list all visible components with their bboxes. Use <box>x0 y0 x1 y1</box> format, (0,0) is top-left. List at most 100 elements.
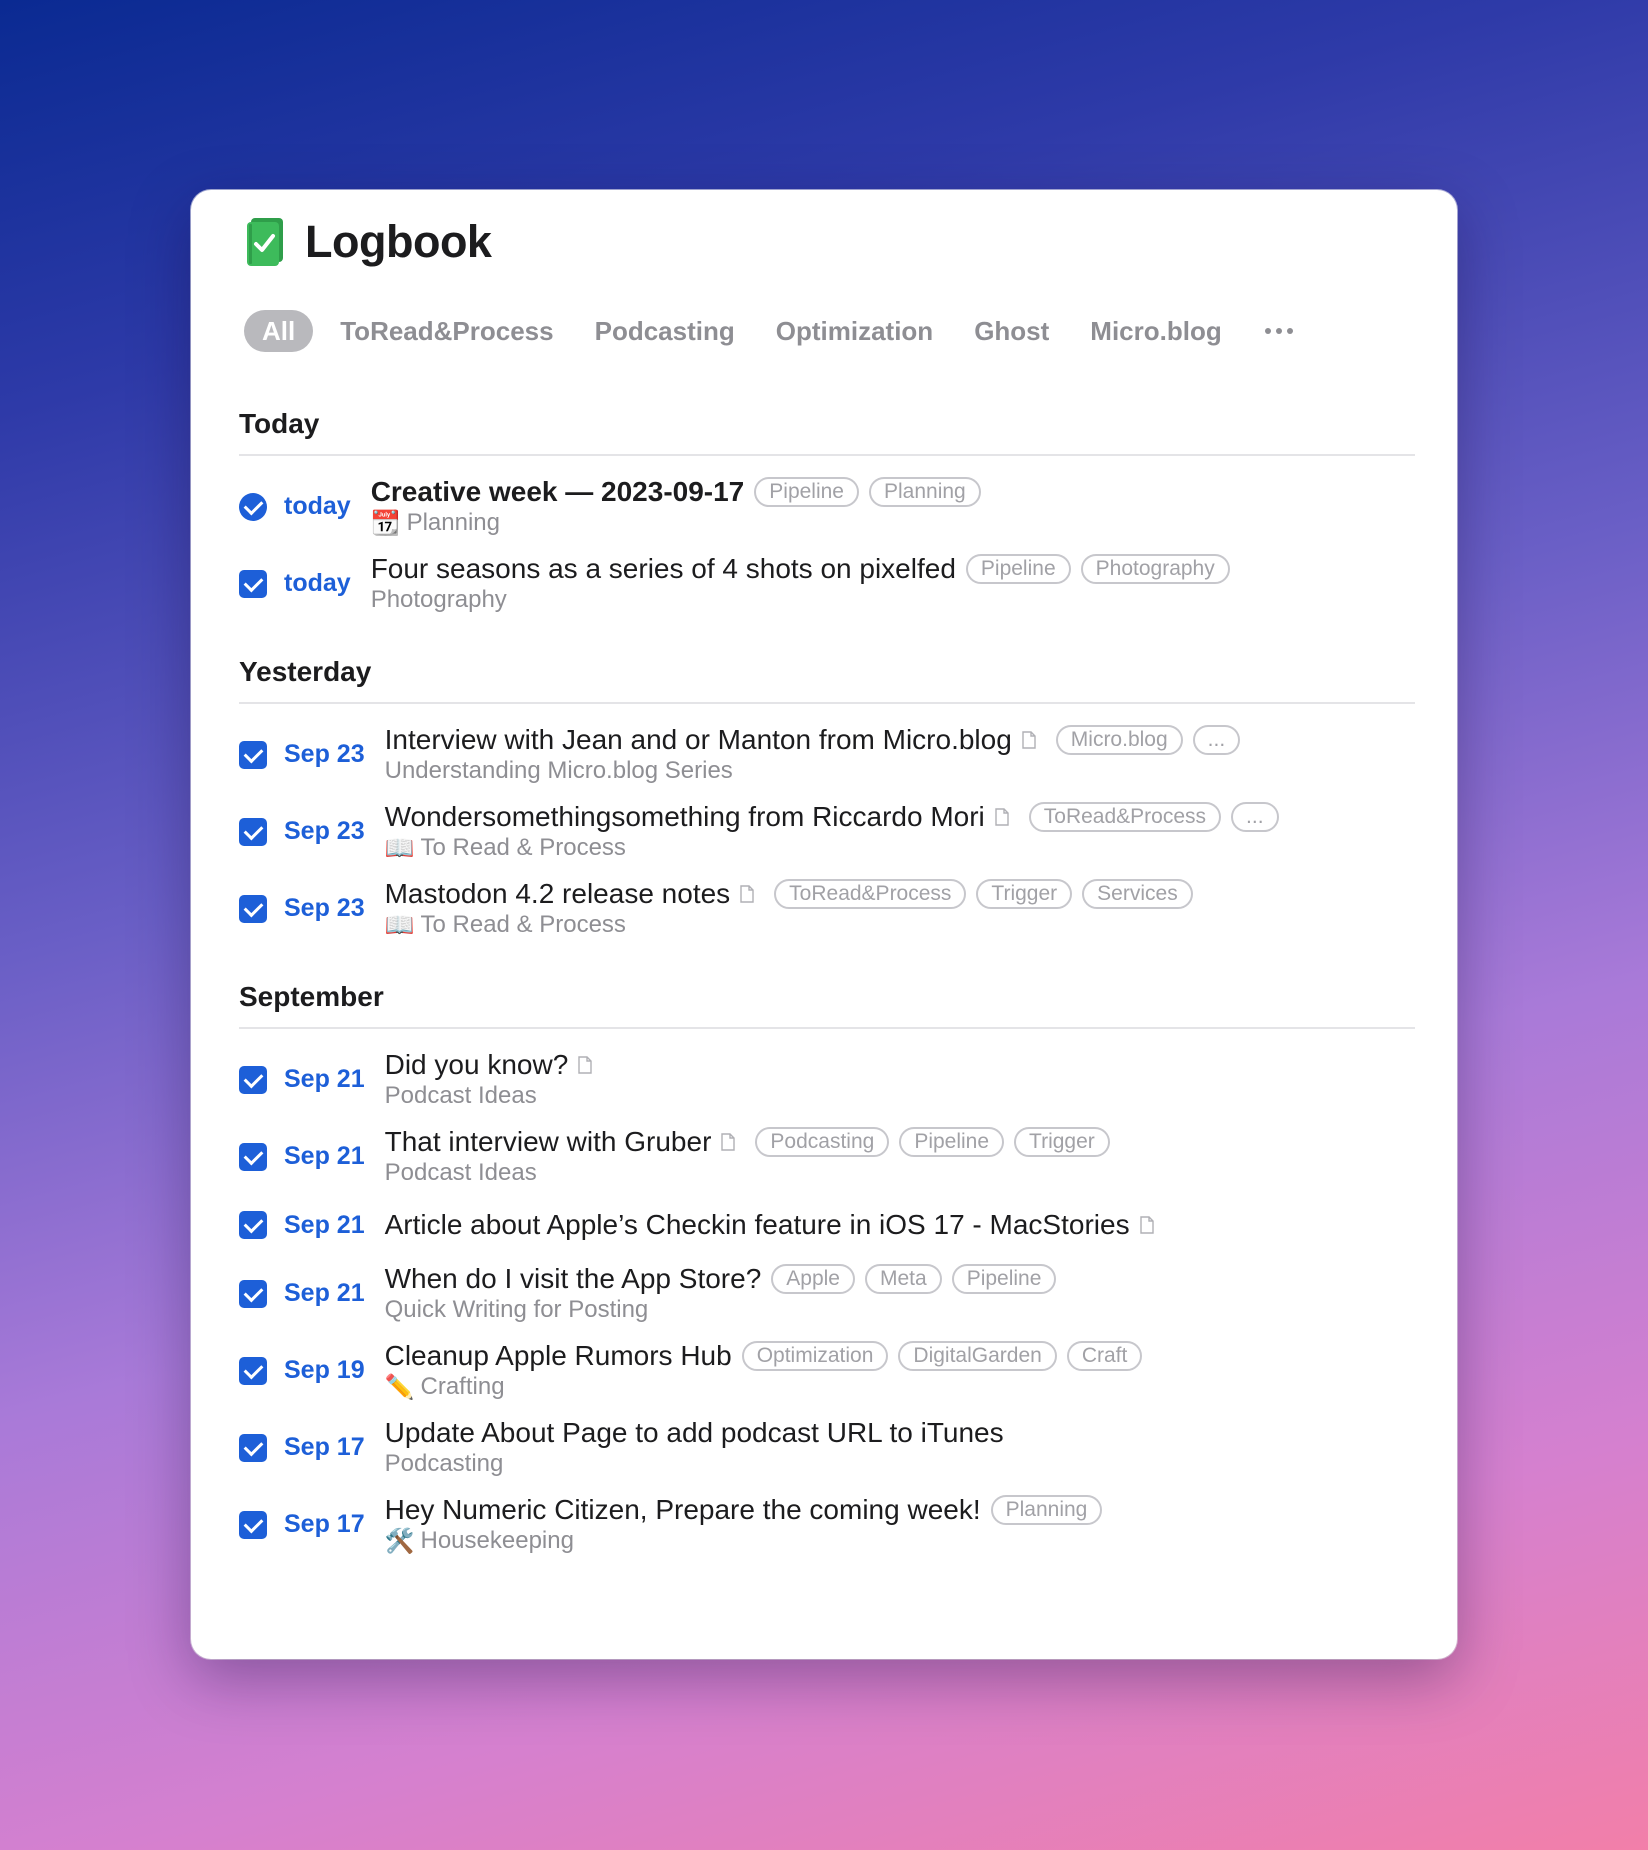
completed-checkbox[interactable] <box>239 817 267 846</box>
completion-date: Sep 19 <box>284 1356 365 1384</box>
completed-checkbox[interactable] <box>239 894 267 923</box>
tag-badge[interactable]: Trigger <box>1014 1127 1110 1157</box>
completion-date: Sep 23 <box>284 740 365 768</box>
pencil-icon: ✏️ <box>384 1373 415 1401</box>
completed-checkbox[interactable] <box>239 492 267 521</box>
list-item[interactable]: Sep 23 Mastodon 4.2 release notes ToRead… <box>239 878 1415 939</box>
more-tags-badge[interactable]: ... <box>1231 802 1279 832</box>
completed-checkbox[interactable] <box>239 1142 267 1171</box>
note-icon <box>1139 1216 1154 1234</box>
item-title: That interview with Gruber <box>384 1126 712 1157</box>
tag-badge[interactable]: Pipeline <box>965 554 1071 584</box>
completed-checkbox[interactable] <box>239 1065 267 1094</box>
calendar-icon: 📆 <box>370 509 401 537</box>
completion-date: Sep 17 <box>284 1433 365 1461</box>
completion-date: Sep 23 <box>284 894 365 922</box>
tab-all[interactable]: All <box>244 310 314 352</box>
section-today: Today today Creative week — 2023-09-17 P… <box>239 408 1415 614</box>
list-item[interactable]: Sep 21 Article about Apple’s Checkin fea… <box>239 1203 1415 1247</box>
item-project: To Read & Process <box>420 834 626 861</box>
logbook-book-icon <box>247 218 283 266</box>
tag-badge[interactable]: Pipeline <box>951 1264 1057 1294</box>
item-project: Quick Writing for Posting <box>384 1296 649 1323</box>
section-header: Yesterday <box>239 656 1415 704</box>
list-item[interactable]: Sep 21 That interview with Gruber Podcas… <box>239 1126 1415 1187</box>
item-project: Housekeeping <box>420 1527 574 1554</box>
note-icon <box>740 885 754 903</box>
completion-date: Sep 21 <box>284 1279 365 1307</box>
completed-checkbox[interactable] <box>239 1211 267 1239</box>
note-icon <box>721 1133 736 1151</box>
list-item[interactable]: Sep 21 Did you know? Podcast Ideas <box>239 1049 1415 1110</box>
list-item[interactable]: Sep 23 Wondersomethingsomething from Ric… <box>239 801 1415 862</box>
list-item[interactable]: today Creative week — 2023-09-17 Pipelin… <box>239 476 1415 537</box>
item-title: Did you know? <box>384 1049 569 1080</box>
completed-checkbox[interactable] <box>239 740 267 769</box>
logbook-list: Today today Creative week — 2023-09-17 P… <box>239 408 1415 1571</box>
completed-checkbox[interactable] <box>239 1356 267 1385</box>
tab-optimization[interactable]: Optimization <box>776 310 933 352</box>
tag-badge[interactable]: Craft <box>1066 1341 1143 1371</box>
tab-ghost[interactable]: Ghost <box>974 310 1049 352</box>
tag-badge[interactable]: Apple <box>771 1264 855 1294</box>
note-icon <box>1022 731 1036 749</box>
item-title: Four seasons as a series of 4 shots on p… <box>370 553 956 584</box>
book-icon: 📖 <box>384 911 415 939</box>
tag-badge[interactable]: ToRead&Process <box>1028 802 1222 832</box>
tag-badge[interactable]: DigitalGarden <box>898 1341 1057 1371</box>
section-header: Today <box>239 408 1415 456</box>
list-item[interactable]: Sep 17 Hey Numeric Citizen, Prepare the … <box>239 1494 1415 1555</box>
tag-badge[interactable]: Optimization <box>741 1341 889 1371</box>
list-item[interactable]: Sep 17 Update About Page to add podcast … <box>239 1417 1415 1478</box>
list-item[interactable]: today Four seasons as a series of 4 shot… <box>239 553 1415 614</box>
tag-badge[interactable]: Micro.blog <box>1055 725 1183 755</box>
completion-date: today <box>284 492 351 520</box>
list-item[interactable]: Sep 23 Interview with Jean and or Manton… <box>239 724 1415 785</box>
item-project: Podcasting <box>384 1450 504 1477</box>
item-title: When do I visit the App Store? <box>384 1263 762 1294</box>
tag-badge[interactable]: Planning <box>990 1495 1103 1525</box>
completion-date: Sep 23 <box>284 817 365 845</box>
tag-badge[interactable]: Photography <box>1080 554 1230 584</box>
header: Logbook <box>245 216 492 268</box>
item-project: Crafting <box>420 1373 505 1400</box>
tab-podcasting[interactable]: Podcasting <box>595 310 735 352</box>
tools-icon: 🛠️ <box>384 1527 415 1555</box>
completed-checkbox[interactable] <box>239 1510 267 1539</box>
book-icon: 📖 <box>384 834 415 862</box>
tag-badge[interactable]: Services <box>1082 879 1193 909</box>
completion-date: Sep 17 <box>284 1510 365 1538</box>
item-project: Podcast Ideas <box>384 1159 537 1186</box>
item-title: Creative week — 2023-09-17 <box>370 476 745 507</box>
item-project: Podcast Ideas <box>384 1082 537 1109</box>
list-item[interactable]: Sep 19 Cleanup Apple Rumors Hub Optimiza… <box>239 1340 1415 1401</box>
completed-checkbox[interactable] <box>239 1433 267 1462</box>
item-title: Hey Numeric Citizen, Prepare the coming … <box>384 1494 981 1525</box>
completed-checkbox[interactable] <box>239 569 267 598</box>
item-title: Wondersomethingsomething from Riccardo M… <box>384 801 985 832</box>
completion-date: today <box>284 569 351 597</box>
item-project: To Read & Process <box>420 911 626 938</box>
more-tags-badge[interactable]: ... <box>1192 725 1241 755</box>
tag-badge[interactable]: Trigger <box>976 879 1073 909</box>
tag-badge[interactable]: Pipeline <box>754 477 859 507</box>
tag-badge[interactable]: Podcasting <box>755 1127 890 1157</box>
completion-date: Sep 21 <box>284 1065 365 1093</box>
logbook-window: Logbook All ToRead&Process Podcasting Op… <box>191 190 1457 1659</box>
tag-badge[interactable]: ToRead&Process <box>774 879 967 909</box>
list-item[interactable]: Sep 21 When do I visit the App Store? Ap… <box>239 1263 1415 1324</box>
ellipsis-icon[interactable] <box>1259 310 1299 352</box>
page-title: Logbook <box>305 216 492 267</box>
item-project: Understanding Micro.blog Series <box>384 757 733 784</box>
tag-badge[interactable]: Meta <box>865 1264 942 1294</box>
note-icon <box>578 1056 592 1074</box>
item-project: Photography <box>370 586 507 613</box>
completed-checkbox[interactable] <box>239 1279 267 1308</box>
note-icon <box>995 808 1009 826</box>
tag-badge[interactable]: Planning <box>869 477 981 507</box>
section-header: September <box>239 981 1415 1029</box>
tag-badge[interactable]: Pipeline <box>899 1127 1005 1157</box>
tab-toread-process[interactable]: ToRead&Process <box>340 310 553 352</box>
tab-micro-blog[interactable]: Micro.blog <box>1090 310 1221 352</box>
item-title: Interview with Jean and or Manton from M… <box>384 724 1012 755</box>
